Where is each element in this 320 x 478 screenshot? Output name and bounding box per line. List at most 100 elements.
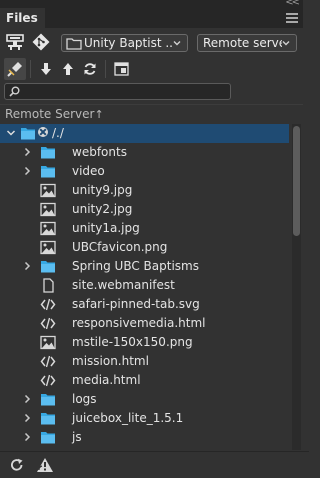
get-files-button[interactable] bbox=[35, 58, 57, 80]
tree-scrollbar[interactable] bbox=[292, 124, 301, 450]
search-icon bbox=[9, 86, 20, 97]
code-file-icon bbox=[40, 374, 56, 387]
item-name: mission.html bbox=[72, 354, 149, 368]
chevron-right-icon[interactable] bbox=[21, 260, 33, 272]
item-name: responsivemedia.html bbox=[72, 316, 206, 330]
refresh-icon bbox=[84, 63, 96, 75]
item-name: safari-pinned-tab.svg bbox=[72, 297, 200, 311]
file-row[interactable]: media.html bbox=[0, 371, 289, 390]
file-row[interactable]: unity1a.jpg bbox=[0, 219, 289, 238]
folder-row[interactable]: logs bbox=[0, 390, 289, 409]
code-file-icon bbox=[40, 317, 56, 330]
refresh-button[interactable] bbox=[79, 58, 101, 80]
file-tree: /./ webfonts video unity9.jpg unity2.jpg uni… bbox=[0, 124, 289, 450]
folder-row[interactable]: Spring UBC Baptisms bbox=[0, 257, 289, 276]
image-file-icon bbox=[40, 221, 56, 236]
folder-icon bbox=[41, 394, 55, 406]
tab-files[interactable]: Files bbox=[0, 8, 45, 28]
arrow-down-icon bbox=[41, 63, 51, 75]
server-select-value: Remote server bbox=[203, 36, 282, 50]
toolbar-divider bbox=[105, 60, 106, 78]
file-row[interactable]: mission.html bbox=[0, 352, 289, 371]
code-file-icon bbox=[40, 298, 56, 311]
item-name: unity9.jpg bbox=[72, 183, 133, 197]
put-files-button[interactable] bbox=[57, 58, 79, 80]
git-button[interactable] bbox=[30, 31, 52, 53]
chevron-right-icon[interactable] bbox=[21, 146, 33, 158]
disconnect-button[interactable] bbox=[4, 58, 26, 80]
file-row[interactable]: safari-pinned-tab.svg bbox=[0, 295, 289, 314]
item-name: js bbox=[72, 430, 82, 444]
site-folder-icon bbox=[66, 37, 82, 50]
panel-menu-icon[interactable] bbox=[286, 13, 298, 25]
status-bar bbox=[0, 451, 309, 478]
connect-button[interactable] bbox=[4, 31, 26, 53]
item-name: juicebox_lite_1.5.1 bbox=[72, 411, 184, 425]
panel-top-strip: << bbox=[0, 0, 303, 8]
item-name: UBCfavicon.png bbox=[72, 240, 168, 254]
chevron-down-icon[interactable] bbox=[5, 127, 17, 139]
site-select[interactable]: Unity Baptist ... bbox=[61, 34, 188, 52]
search-input[interactable] bbox=[23, 84, 223, 99]
file-row[interactable]: UBCfavicon.png bbox=[0, 238, 289, 257]
folder-row[interactable]: js bbox=[0, 428, 289, 447]
tree-root-label: /./ bbox=[52, 126, 64, 140]
folder-icon bbox=[41, 166, 55, 178]
collapse-panel-icon[interactable]: << bbox=[285, 0, 300, 8]
plug-icon bbox=[7, 62, 22, 77]
refresh-status-button[interactable] bbox=[6, 454, 28, 476]
folder-row[interactable]: juicebox_lite_1.5.1 bbox=[0, 409, 289, 428]
panel-tab-bar: Files bbox=[0, 8, 303, 28]
image-file-icon bbox=[40, 202, 56, 217]
image-file-icon bbox=[40, 335, 56, 350]
file-row[interactable]: site.webmanifest bbox=[0, 276, 289, 295]
column-header-remote-server[interactable]: Remote Server↑ bbox=[0, 104, 303, 122]
chevron-right-icon[interactable] bbox=[21, 165, 33, 177]
folder-row[interactable]: webfonts bbox=[0, 143, 289, 162]
tree-items: webfonts video unity9.jpg unity2.jpg unity1a… bbox=[0, 143, 289, 447]
chevron-right-icon[interactable] bbox=[21, 393, 33, 405]
item-name: site.webmanifest bbox=[72, 278, 175, 292]
log-warning-button[interactable] bbox=[34, 454, 56, 476]
tree-root-row[interactable]: /./ bbox=[0, 124, 289, 143]
search-field bbox=[4, 83, 231, 100]
item-name: video bbox=[72, 164, 105, 178]
warning-icon bbox=[37, 458, 53, 472]
file-row[interactable]: unity2.jpg bbox=[0, 200, 289, 219]
site-toolbar: Unity Baptist ... Remote server bbox=[0, 28, 303, 56]
expand-view-icon bbox=[113, 62, 129, 76]
image-file-icon bbox=[40, 183, 56, 198]
item-name: media.html bbox=[72, 373, 141, 387]
item-name: logs bbox=[72, 392, 97, 406]
folder-icon bbox=[21, 128, 35, 140]
git-icon bbox=[32, 33, 50, 51]
image-file-icon bbox=[40, 240, 56, 255]
document-file-icon bbox=[43, 278, 54, 293]
item-name: unity1a.jpg bbox=[72, 221, 140, 235]
folder-row[interactable]: video bbox=[0, 162, 289, 181]
chevron-right-icon[interactable] bbox=[21, 412, 33, 424]
connect-icon bbox=[6, 34, 24, 50]
scrollbar-thumb[interactable] bbox=[293, 126, 300, 236]
item-name: webfonts bbox=[72, 145, 127, 159]
folder-icon bbox=[41, 432, 55, 444]
file-row[interactable]: mstile-150x150.png bbox=[0, 333, 289, 352]
chevron-down-icon bbox=[282, 41, 290, 46]
folder-icon bbox=[41, 413, 55, 425]
item-name: Spring UBC Baptisms bbox=[72, 259, 199, 273]
file-row[interactable]: responsivemedia.html bbox=[0, 314, 289, 333]
expand-view-button[interactable] bbox=[110, 58, 132, 80]
code-file-icon bbox=[40, 355, 56, 368]
item-name: mstile-150x150.png bbox=[72, 335, 193, 349]
item-name: unity2.jpg bbox=[72, 202, 133, 216]
folder-icon bbox=[41, 147, 55, 159]
chevron-down-icon bbox=[173, 41, 181, 46]
file-row[interactable]: unity9.jpg bbox=[0, 181, 289, 200]
toolbar-divider bbox=[30, 60, 31, 78]
refresh-icon bbox=[11, 458, 23, 471]
arrow-up-icon bbox=[63, 63, 73, 75]
site-select-value: Unity Baptist ... bbox=[84, 36, 173, 50]
server-select[interactable]: Remote server bbox=[197, 34, 297, 52]
chevron-right-icon[interactable] bbox=[21, 431, 33, 443]
transfer-toolbar bbox=[0, 56, 303, 82]
